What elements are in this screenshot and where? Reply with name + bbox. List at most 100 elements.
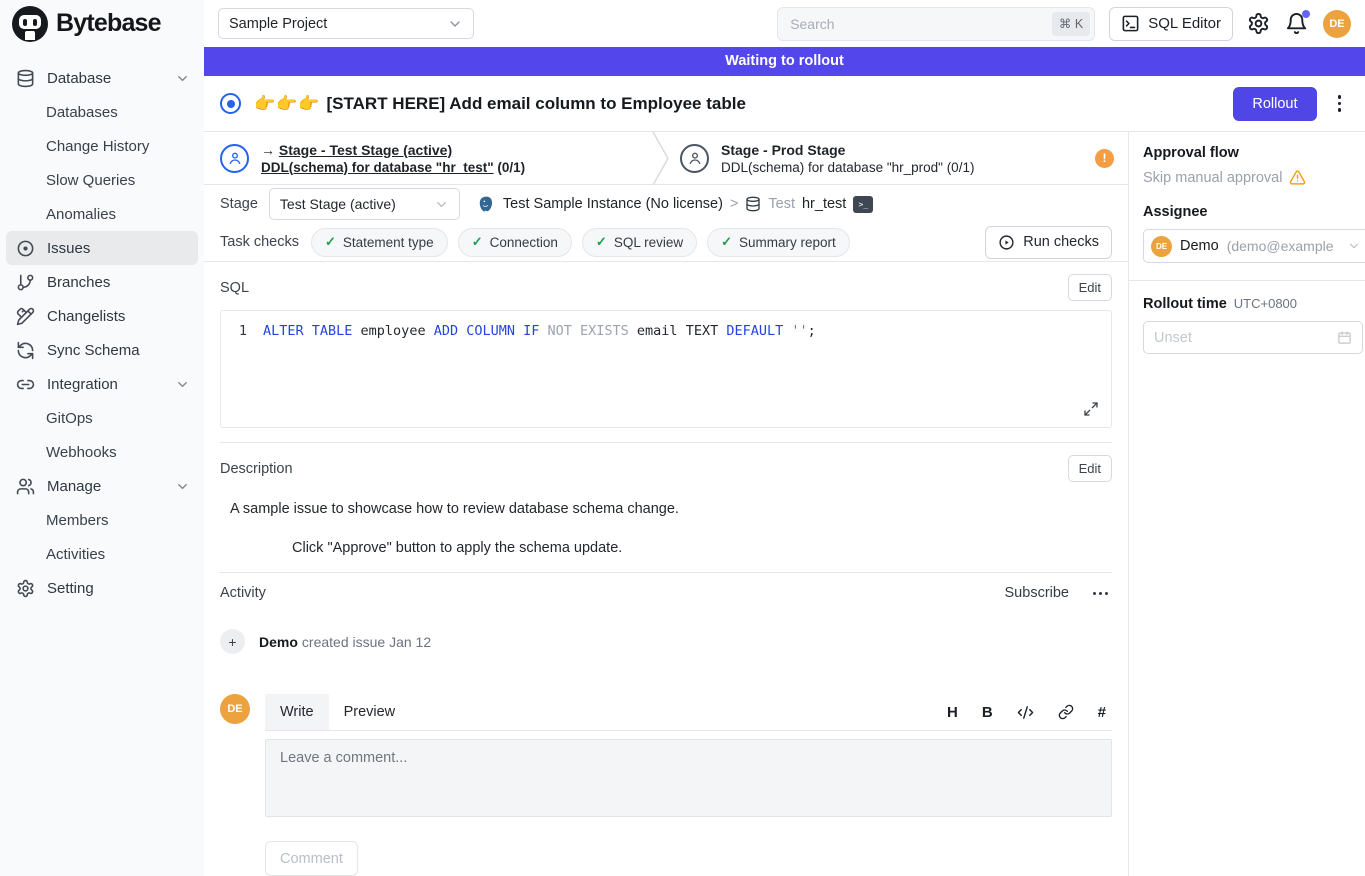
subscribe-button[interactable]: Subscribe [1005, 585, 1069, 601]
sidebar-item-branches[interactable]: Branches [0, 265, 204, 299]
chevron-down-icon [175, 71, 190, 86]
top-header: Bytebase Sample Project ⌘ K SQL Editor D… [0, 0, 1365, 47]
sidebar-item-issues[interactable]: Issues [6, 231, 198, 265]
issue-more-menu-icon[interactable] [1330, 91, 1350, 116]
run-checks-button[interactable]: Run checks [985, 226, 1112, 259]
stage-attention-icon: ! [1095, 149, 1114, 168]
chevron-down-icon [1347, 239, 1361, 253]
brand-name: Bytebase [56, 9, 161, 38]
heading-format-icon[interactable]: H [947, 704, 958, 721]
plus-icon: + [220, 629, 245, 654]
check-statement-type[interactable]: ✓Statement type [311, 228, 448, 257]
comment-input[interactable] [265, 739, 1112, 817]
activity-action: created issue Jan 12 [302, 634, 431, 650]
calendar-icon [1337, 330, 1352, 345]
search-input[interactable] [777, 7, 1095, 41]
users-icon [16, 477, 35, 496]
rollout-time-placeholder: Unset [1154, 330, 1337, 346]
rollout-time-input[interactable]: Unset [1143, 321, 1363, 354]
sidebar-item-activities[interactable]: Activities [0, 537, 204, 571]
circle-dot-icon [16, 239, 35, 258]
activity-label: Activity [220, 585, 266, 601]
topbar: Sample Project ⌘ K SQL Editor DE [204, 0, 1365, 47]
activity-item: + Democreated issue Jan 12 [220, 629, 1112, 654]
sidebar-item-changelists[interactable]: Changelists [0, 299, 204, 333]
bold-format-icon[interactable]: B [982, 704, 993, 721]
description-edit-button[interactable]: Edit [1068, 455, 1112, 482]
issue-header: 👉👉👉[START HERE] Add email column to Empl… [204, 76, 1365, 131]
stage-label: Stage [220, 196, 258, 212]
sidebar-item-sync-schema[interactable]: Sync Schema [0, 333, 204, 367]
expand-icon[interactable] [1083, 401, 1099, 417]
stage-prod-title: Stage - Prod Stage [721, 142, 974, 158]
breadcrumb-separator: > [730, 196, 738, 212]
gear-icon [16, 579, 35, 598]
check-pass-icon: ✓ [596, 234, 607, 250]
sql-edit-button[interactable]: Edit [1068, 274, 1112, 301]
search-shortcut-badge: ⌘ K [1052, 12, 1090, 36]
sidebar-item-databases[interactable]: Databases [0, 95, 204, 129]
database-name[interactable]: hr_test [802, 196, 846, 212]
check-connection[interactable]: ✓Connection [458, 228, 572, 257]
approval-flow-value: Skip manual approval [1143, 170, 1282, 186]
task-checks-row: Task checks ✓Statement type ✓Connection … [204, 224, 1128, 262]
sidebar-item-anomalies[interactable]: Anomalies [0, 197, 204, 231]
circle-play-icon [998, 234, 1015, 251]
code-format-icon[interactable] [1017, 704, 1034, 721]
bytebase-logo-icon [12, 6, 48, 42]
comment-submit-button[interactable]: Comment [265, 841, 358, 876]
stage-test[interactable]: → Stage - Test Stage (active) DDL(schema… [204, 132, 652, 184]
left-sidebar: Database Databases Change History Slow Q… [0, 47, 204, 876]
settings-gear-icon[interactable] [1247, 12, 1271, 36]
hash-format-icon[interactable]: # [1098, 704, 1106, 721]
assignee-select[interactable]: DE Demo (demo@example [1143, 229, 1365, 263]
tab-preview[interactable]: Preview [329, 694, 411, 730]
sidebar-item-integration[interactable]: Integration [0, 367, 204, 401]
line-number: 1 [221, 323, 263, 339]
chevron-down-icon [447, 16, 463, 32]
instance-name[interactable]: Test Sample Instance (No license) [503, 196, 723, 212]
assignee-stage-icon [220, 144, 249, 173]
assignee-title: Assignee [1143, 204, 1365, 220]
brand-logo[interactable]: Bytebase [0, 0, 204, 47]
user-avatar[interactable]: DE [1323, 10, 1351, 38]
stage-select[interactable]: Test Stage (active) [269, 188, 460, 220]
issue-sidebar: Approval flow Skip manual approval Assig… [1128, 132, 1365, 876]
timezone-label: UTC+0800 [1234, 296, 1297, 311]
sidebar-item-members[interactable]: Members [0, 503, 204, 537]
sidebar-item-slow-queries[interactable]: Slow Queries [0, 163, 204, 197]
assignee-email: (demo@example [1227, 238, 1345, 254]
sidebar-item-database[interactable]: Database [0, 61, 204, 95]
link-icon [16, 375, 35, 394]
approval-flow-title: Approval flow [1143, 145, 1365, 161]
link-format-icon[interactable] [1058, 704, 1074, 720]
check-sql-review[interactable]: ✓SQL review [582, 228, 697, 257]
tab-write[interactable]: Write [265, 694, 329, 730]
stage-test-task: DDL(schema) for database "hr_test" [261, 160, 494, 175]
status-banner: Waiting to rollout [204, 47, 1365, 76]
sidebar-item-gitops[interactable]: GitOps [0, 401, 204, 435]
sidebar-item-manage[interactable]: Manage [0, 469, 204, 503]
project-selector-value: Sample Project [229, 16, 327, 32]
chevron-down-icon [175, 479, 190, 494]
notification-bell-icon[interactable] [1285, 12, 1309, 36]
check-summary-report[interactable]: ✓Summary report [707, 228, 850, 257]
active-stage-arrow: → [261, 142, 275, 158]
open-sql-editor-icon[interactable]: >_ [853, 196, 873, 213]
pointing-emoji: 👉👉👉 [254, 94, 321, 113]
sidebar-item-webhooks[interactable]: Webhooks [0, 435, 204, 469]
sql-editor-button[interactable]: SQL Editor [1109, 7, 1233, 41]
sql-code-block[interactable]: 1ALTER TABLE employee ADD COLUMN IF NOT … [220, 310, 1112, 428]
project-selector[interactable]: Sample Project [218, 8, 474, 39]
sidebar-item-change-history[interactable]: Change History [0, 129, 204, 163]
stage-prod[interactable]: Stage - Prod Stage DDL(schema) for datab… [670, 132, 1128, 184]
activity-more-menu-icon[interactable] [1089, 588, 1112, 599]
sidebar-item-setting[interactable]: Setting [0, 571, 204, 605]
description-label: Description [220, 461, 293, 477]
rollout-button[interactable]: Rollout [1233, 87, 1316, 121]
terminal-icon [1121, 14, 1140, 33]
sync-icon [16, 341, 35, 360]
git-branch-icon [16, 273, 35, 292]
issue-status-icon [220, 93, 241, 114]
issue-title: 👉👉👉[START HERE] Add email column to Empl… [254, 94, 746, 114]
